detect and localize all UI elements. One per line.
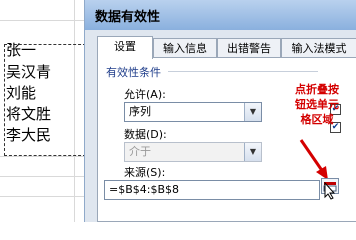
red-arrow-icon <box>299 139 328 180</box>
row-gridline <box>0 196 90 197</box>
cell-b4[interactable]: 张一 <box>6 40 84 60</box>
row-gridline <box>0 176 90 177</box>
cell-b8[interactable]: 李大民 <box>6 125 84 145</box>
row-gridline <box>0 20 90 21</box>
cell-b5[interactable]: 吴汉青 <box>6 62 84 82</box>
cell-b7[interactable]: 将文胜 <box>6 104 84 124</box>
row-gridline <box>0 156 90 157</box>
spreadsheet-area: 张一 吴汉青 刘能 将文胜 李大民 <box>0 0 90 222</box>
data-validation-dialog: 数据有效性 设置 输入信息 出错警告 输入法模式 有效性条件 允许(A): 序列… <box>84 0 356 222</box>
cell-b6[interactable]: 刘能 <box>6 83 84 103</box>
mouse-cursor-icon <box>324 182 336 200</box>
tab-settings[interactable]: 设置 <box>97 36 153 59</box>
